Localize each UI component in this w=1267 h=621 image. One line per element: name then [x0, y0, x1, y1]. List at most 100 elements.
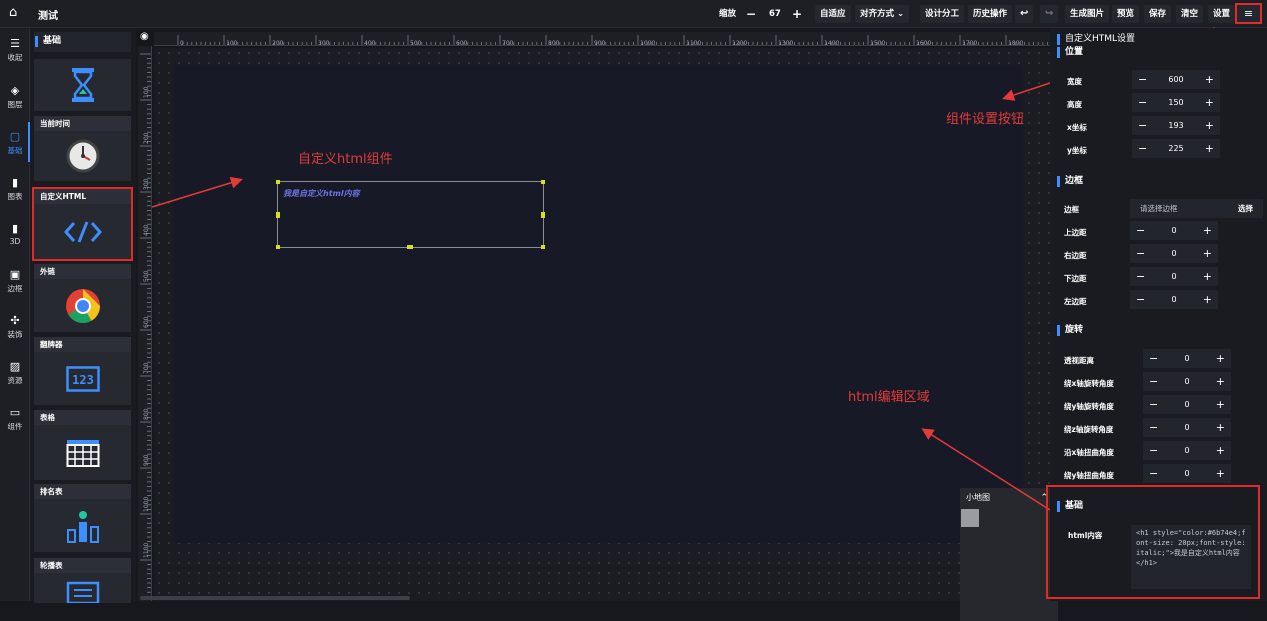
nav-border[interactable]: ▣ 边框 [0, 268, 30, 294]
component-card-table[interactable]: 表格 [34, 410, 131, 480]
html-edit-section: 基础 html内容 <h1 style="color:#6b74e4;font-… [1046, 485, 1260, 599]
component-card-link[interactable]: 外链 [34, 264, 131, 332]
card-label: 表格 [34, 410, 131, 425]
component-card-time[interactable]: 当前时间 [34, 116, 131, 181]
home-icon[interactable]: ⌂ [9, 6, 23, 20]
plus-icon[interactable]: + [1216, 418, 1225, 437]
component-card-hourglass[interactable] [34, 59, 131, 111]
bottom-margin-stepper[interactable]: −0 + [1130, 267, 1218, 286]
resize-handle[interactable] [276, 212, 280, 218]
resize-handle[interactable] [276, 180, 280, 184]
nav-charts[interactable]: ▮ 图表 [0, 176, 30, 202]
zoom-in-button[interactable]: + [792, 5, 802, 23]
html-content-editor[interactable]: <h1 style="color:#6b74e4;font-size: 20px… [1131, 525, 1251, 589]
canvas-area[interactable]: ◉ 0 100 200 300 400 500 600 700 800 900 1000 1100 12… [138, 28, 1058, 621]
resize-handle[interactable] [541, 212, 545, 218]
rotate-x-stepper[interactable]: −0 + [1143, 372, 1231, 391]
image-icon: ▨ [9, 360, 21, 373]
component-card-carousel[interactable]: 轮播表 [34, 558, 131, 603]
nav-decoration[interactable]: ✣ 装饰 [0, 314, 30, 340]
ruler-label: 200 [143, 132, 150, 144]
skew-y-stepper[interactable]: −0 + [1143, 464, 1231, 483]
zoom-value[interactable]: 67 [769, 5, 781, 23]
perspective-stepper[interactable]: −0 + [1143, 349, 1231, 368]
nav-3d[interactable]: ▮ 3D [0, 222, 30, 246]
bar-chart-icon: ▮ [11, 176, 19, 189]
component-card-ranking[interactable]: 排名表 [34, 484, 131, 552]
resize-handle[interactable] [541, 245, 545, 249]
horizontal-scrollbar[interactable] [140, 596, 410, 600]
generate-image-button[interactable]: 生成图片 [1065, 5, 1110, 23]
history-button[interactable]: 历史操作 [968, 5, 1013, 23]
nav-layers[interactable]: ◈ 图层 [0, 84, 30, 110]
ruler-label: 1700 [962, 40, 977, 46]
left-nav: ☰ 收起 ◈ 图层 ▢ 基础 ▮ 图表 ▮ 3D ▣ 边框 ✣ 装饰 ▨ 资源 ▭ 组件 [0, 28, 30, 601]
plus-icon[interactable]: + [1216, 372, 1225, 391]
rotate-x-label: 绕x轴旋转角度 [1064, 379, 1114, 388]
rotate-y-stepper[interactable]: −0 + [1143, 395, 1231, 414]
skew-x-label: 沿x轴扭曲角度 [1064, 448, 1114, 457]
skew-x-stepper[interactable]: −0 + [1143, 441, 1231, 460]
clear-button[interactable]: 清空 [1176, 5, 1204, 23]
resize-handle[interactable] [407, 245, 413, 249]
component-card-custom-html[interactable]: 自定义HTML [32, 187, 133, 261]
vertical-ruler[interactable]: 100 200 300 400 500 600 700 800 900 1000 1100 [138, 46, 152, 601]
plus-icon[interactable]: + [1216, 349, 1225, 368]
right-margin-stepper[interactable]: −0 + [1130, 244, 1218, 263]
preview-button[interactable]: 预览 [1112, 5, 1140, 23]
resize-handle[interactable] [276, 245, 280, 249]
plus-icon[interactable]: + [1203, 267, 1212, 286]
minimap-viewport[interactable] [961, 509, 979, 527]
redo-icon[interactable]: ↪ [1040, 5, 1059, 23]
custom-html-component[interactable]: 我是自定义html内容 [276, 180, 545, 249]
horizontal-ruler[interactable]: 0 100 200 300 400 500 600 700 800 900 1000 1100 1200… [154, 32, 1050, 46]
undo-icon[interactable]: ↩ [1015, 5, 1034, 23]
component-content: 我是自定义html内容 [283, 189, 360, 198]
ruler-label: 0 [180, 40, 184, 46]
card-label: 排名表 [34, 484, 131, 499]
section-basic: 基础 [1057, 501, 1083, 512]
rotate-z-stepper[interactable]: −0 + [1143, 418, 1231, 437]
plus-icon[interactable]: + [1205, 70, 1214, 89]
plus-icon[interactable]: + [1205, 93, 1214, 112]
plus-icon[interactable]: + [1216, 395, 1225, 414]
menu-button[interactable]: ≡ [1235, 3, 1262, 24]
border-select[interactable]: 请选择边框 选择 [1130, 199, 1263, 218]
nav-basic[interactable]: ▢ 基础 [0, 130, 30, 156]
choose-border-button[interactable]: 选择 [1238, 199, 1253, 218]
card-label: 翻牌器 [34, 337, 131, 352]
plus-icon[interactable]: + [1216, 441, 1225, 460]
plus-icon[interactable]: + [1203, 290, 1212, 309]
resize-handle[interactable] [541, 180, 545, 184]
settings-button[interactable]: 设置 [1208, 5, 1236, 23]
plus-icon[interactable]: + [1205, 116, 1214, 135]
plus-icon[interactable]: + [1203, 244, 1212, 263]
fit-button[interactable]: 自适应 [815, 5, 851, 23]
y-stepper[interactable]: −225 + [1132, 139, 1220, 158]
nav-resources[interactable]: ▨ 资源 [0, 360, 30, 386]
top-margin-stepper[interactable]: −0 + [1130, 221, 1218, 240]
left-margin-stepper[interactable]: −0 + [1130, 290, 1218, 309]
canvas-stage[interactable]: 我是自定义html内容 小地图 ⌃ [154, 48, 1058, 621]
design-button[interactable]: 设计分工 [920, 5, 965, 23]
eye-icon[interactable]: ◉ [140, 31, 149, 42]
minimap[interactable]: 小地图 ⌃ [960, 488, 1058, 621]
plus-icon[interactable]: + [1203, 221, 1212, 240]
plus-icon[interactable]: + [1205, 139, 1214, 158]
ruler-label: 700 [143, 362, 150, 374]
ruler-label: 1600 [916, 40, 931, 46]
plus-icon[interactable]: + [1216, 464, 1225, 483]
nav-components[interactable]: ▭ 组件 [0, 406, 30, 432]
x-stepper[interactable]: −193 + [1132, 116, 1220, 135]
ruler-ticks: 100 200 300 400 500 600 700 800 900 1000 1100 [140, 53, 151, 598]
screen-canvas[interactable]: 我是自定义html内容 [173, 65, 1023, 543]
zoom-out-button[interactable]: − [746, 5, 756, 23]
width-stepper[interactable]: −600 + [1132, 70, 1220, 89]
height-stepper[interactable]: −150 + [1132, 93, 1220, 112]
save-button[interactable]: 保存 [1144, 5, 1172, 23]
minimap-header[interactable]: 小地图 ⌃ [960, 488, 1058, 508]
component-card-flipper[interactable]: 翻牌器 123 [34, 337, 131, 405]
align-button[interactable]: 对齐方式 ⌄ [855, 5, 910, 23]
html-content-label: html内容 [1068, 531, 1103, 540]
nav-collapse[interactable]: ☰ 收起 [0, 37, 30, 63]
